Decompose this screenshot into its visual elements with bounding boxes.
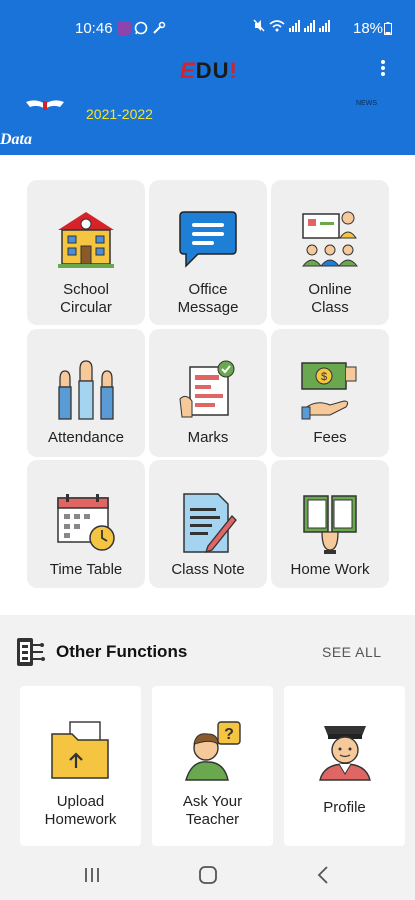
module-online-class[interactable]: Online Class	[271, 180, 389, 325]
module-label: Office Message	[177, 281, 239, 316]
module-label: Marks	[187, 429, 229, 446]
other-functions-title: Other Functions	[56, 642, 188, 661]
module-label: Online Class	[308, 281, 352, 316]
status-right-icons	[253, 19, 330, 32]
see-all-link[interactable]: SEE ALL	[322, 644, 382, 660]
back-icon[interactable]	[312, 864, 336, 886]
system-nav-bar	[0, 850, 415, 900]
home-icon[interactable]	[196, 864, 220, 886]
battery-icon	[384, 22, 392, 35]
raised-hands-icon	[58, 360, 114, 420]
school-logo-icon	[26, 100, 64, 110]
online-class-icon	[301, 211, 359, 267]
battery-level: 18%	[353, 20, 384, 37]
module-attendance[interactable]: Attendance	[27, 329, 145, 457]
module-class-note[interactable]: Class Note	[149, 460, 267, 588]
module-label: Attendance	[48, 429, 124, 446]
module-label: Class Note	[171, 561, 245, 578]
calendar-clock-icon	[57, 494, 115, 551]
function-profile[interactable]: Profile	[284, 686, 405, 846]
book-hand-icon	[303, 495, 357, 554]
functions-chip-icon	[17, 638, 45, 666]
news-label[interactable]: NEWS	[356, 100, 377, 107]
app-logo: EDU!	[180, 58, 238, 83]
function-label: Profile	[323, 799, 366, 816]
question-person-icon: ?	[185, 721, 241, 781]
school-building-icon	[58, 212, 114, 268]
whatsapp-icon	[134, 21, 148, 35]
function-label: Upload Homework	[44, 793, 117, 828]
status-bar: 10:46 18%	[0, 0, 415, 46]
signal-icon-2	[304, 19, 315, 32]
note-pen-icon	[183, 493, 237, 554]
module-label: Time Table	[49, 561, 123, 578]
module-time-table[interactable]: Time Table	[27, 460, 145, 588]
module-label: Fees	[313, 429, 347, 446]
student-profile-icon	[319, 726, 371, 781]
marks-sheet-icon	[179, 360, 235, 418]
notification-app-icon	[117, 21, 131, 35]
svg-text:$: $	[321, 371, 327, 383]
module-office-message[interactable]: Office Message	[149, 180, 267, 325]
module-label: Home Work	[290, 561, 370, 578]
module-home-work[interactable]: Home Work	[271, 460, 389, 588]
fees-money-icon: $	[301, 362, 357, 420]
status-time: 10:46	[75, 20, 113, 37]
data-label: Data	[0, 131, 32, 148]
signal-icon-3	[319, 19, 330, 32]
recent-apps-icon[interactable]	[80, 864, 104, 886]
signal-icon	[289, 19, 300, 32]
module-school-circular[interactable]: School Circular	[27, 180, 145, 325]
module-label: School Circular	[60, 281, 112, 316]
module-fees[interactable]: $ Fees	[271, 329, 389, 457]
upload-folder-icon	[51, 721, 109, 779]
message-icon	[179, 211, 237, 268]
function-label: Ask Your Teacher	[182, 793, 243, 828]
svg-text:?: ?	[224, 726, 234, 743]
function-ask-your-teacher[interactable]: ? Ask Your Teacher	[152, 686, 273, 846]
session-year: 2021-2022	[86, 106, 153, 122]
tools-icon	[153, 21, 166, 34]
wifi-icon	[269, 20, 285, 32]
module-marks[interactable]: Marks	[149, 329, 267, 457]
overflow-menu-icon[interactable]	[378, 60, 388, 80]
function-upload-homework[interactable]: Upload Homework	[20, 686, 141, 846]
mute-icon	[253, 19, 265, 32]
